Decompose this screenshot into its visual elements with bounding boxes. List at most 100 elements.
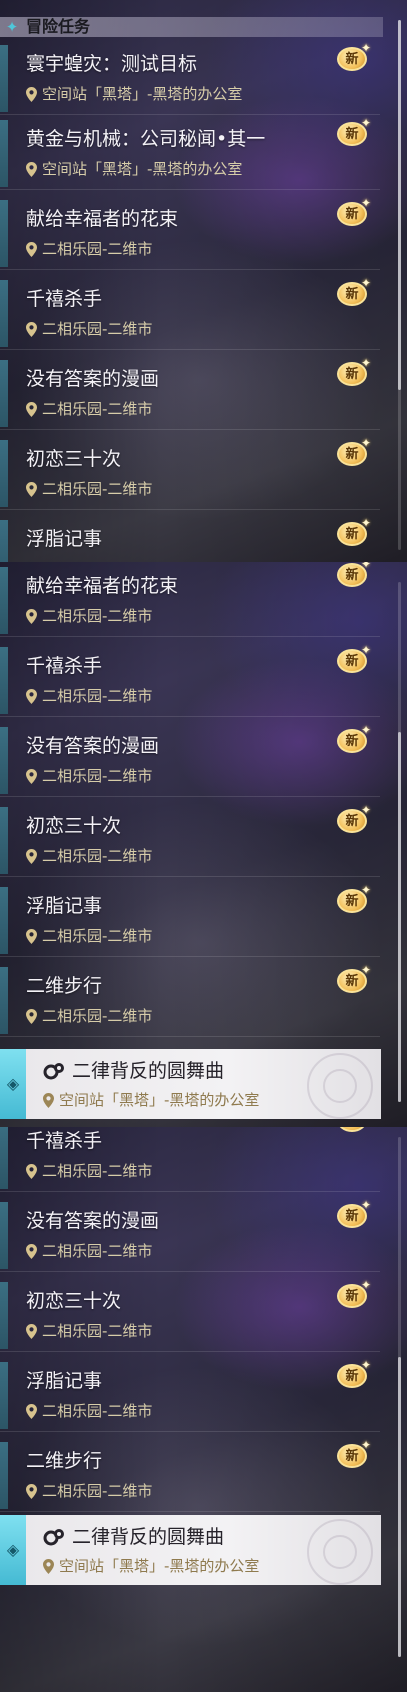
- quest-item[interactable]: 献给幸福者的花束 二相乐园-二维市 新 ✦: [0, 562, 380, 637]
- sparkle-icon: ✦: [360, 643, 371, 657]
- quest-title: 浮脂记事: [26, 1370, 103, 1392]
- new-badge: 新✦: [337, 723, 371, 754]
- quest-title: 初恋三十次: [26, 815, 122, 837]
- quest-title: 没有答案的漫画: [26, 1210, 160, 1232]
- quest-item-bar: [0, 360, 8, 427]
- quest-location: 二相乐园-二维市: [26, 399, 152, 419]
- scrollbar-thumb[interactable]: [398, 732, 401, 1102]
- sparkle-icon: ✦: [360, 562, 371, 571]
- location-pin-icon: [26, 1008, 37, 1024]
- quest-item-bar: [0, 567, 8, 634]
- sparkle-icon: ✦: [360, 1358, 371, 1372]
- sparkle-icon: ✦: [360, 883, 371, 897]
- quest-location: 二相乐园-二维市: [26, 1481, 152, 1501]
- new-badge: 新✦: [337, 643, 371, 674]
- quest-item[interactable]: 浮脂记事 新 ✦: [0, 515, 380, 562]
- sparkle-icon: ✦: [360, 41, 371, 55]
- diamond-icon: ◈: [6, 1074, 20, 1093]
- quest-item[interactable]: 寰宇蝗灾：测试目标 空间站「黑塔」-黑塔的办公室 新 ✦: [0, 40, 380, 115]
- quest-title: 初恋三十次: [26, 1290, 122, 1312]
- location-pin-icon: [26, 608, 37, 624]
- location-pin-icon: [26, 481, 37, 497]
- quest-item[interactable]: 没有答案的漫画 二相乐园-二维市 新 ✦: [0, 722, 380, 797]
- quest-location: 二相乐园-二维市: [26, 926, 152, 946]
- quest-item-bar: [0, 120, 8, 187]
- location-pin-icon: [26, 928, 37, 944]
- quest-item[interactable]: 二维步行 二相乐园-二维市 新 ✦: [0, 1437, 380, 1512]
- quest-title: 献给幸福者的花束: [26, 575, 179, 597]
- scrollbar[interactable]: [398, 1137, 401, 1657]
- section-header: ✦ 冒险任务: [0, 17, 383, 37]
- location-pin-icon: [26, 1403, 37, 1419]
- quest-item[interactable]: 初恋三十次 二相乐园-二维市 新 ✦: [0, 802, 380, 877]
- quest-location: 二相乐园-二维市: [26, 1161, 152, 1181]
- quest-location: 空间站「黑塔」-黑塔的办公室: [26, 159, 242, 179]
- quest-item[interactable]: 千禧杀手 二相乐园-二维市 新✦: [0, 275, 380, 350]
- location-pin-icon: [26, 1483, 37, 1499]
- quest-location: 二相乐园-二维市: [26, 319, 152, 339]
- location-pin-icon: [26, 401, 37, 417]
- quest-item[interactable]: 黄金与机械：公司秘闻•其一 空间站「黑塔」-黑塔的办公室 新 ✦: [0, 115, 380, 190]
- quest-item[interactable]: 没有答案的漫画 二相乐园-二维市 新 ✦: [0, 355, 380, 430]
- quest-list-panel: 献给幸福者的花束 二相乐园-二维市 新 ✦ 千禧杀手 二相乐园-二维市 新 ✦ 没有…: [0, 562, 407, 1127]
- quest-title: 浮脂记事: [26, 895, 103, 917]
- scrollbar-thumb[interactable]: [398, 1357, 401, 1657]
- new-badge: 新✦: [337, 803, 371, 834]
- quest-item-bar: [0, 887, 8, 954]
- sparkle-icon: ✦: [360, 723, 371, 737]
- sparkle-icon: ✦: [360, 803, 371, 817]
- quest-title: 千禧杀手: [26, 655, 103, 677]
- quest-title: 没有答案的漫画: [26, 735, 160, 757]
- quest-item[interactable]: 浮脂记事 二相乐园-二维市 新 ✦: [0, 882, 380, 957]
- quest-item-bar: [0, 647, 8, 714]
- new-badge: 新✦: [337, 276, 371, 307]
- new-badge: 新✦: [337, 1278, 371, 1309]
- location-pin-icon: [26, 161, 37, 177]
- quest-item[interactable]: 初恋三十次 二相乐园-二维市 新 ✦: [0, 435, 380, 510]
- quest-item[interactable]: 千禧杀手 二相乐园-二维市 新✦: [0, 1127, 380, 1192]
- quest-item[interactable]: 浮脂记事 二相乐园-二维市 新 ✦: [0, 1357, 380, 1432]
- emblem-watermark-icon: [307, 1053, 373, 1119]
- quest-location: 二相乐园-二维市: [26, 1006, 152, 1026]
- quest-item[interactable]: 没有答案的漫画 二相乐园-二维市 新 ✦: [0, 1197, 380, 1272]
- location-pin-icon: [26, 321, 37, 337]
- quest-item-bar: [0, 727, 8, 794]
- new-badge: 新✦: [337, 1198, 371, 1229]
- quest-type-icon: [43, 1063, 64, 1080]
- quest-title: 寰宇蝗灾：测试目标: [26, 53, 198, 75]
- location-pin-icon: [43, 1558, 54, 1574]
- quest-item-selected[interactable]: ◈ 二律背反的圆舞曲 空间站「黑塔」-黑塔的办公室: [0, 1515, 381, 1585]
- new-badge: 新✦: [337, 963, 371, 994]
- new-badge: 新✦: [337, 1127, 371, 1133]
- new-badge: 新✦: [337, 562, 371, 588]
- location-pin-icon: [26, 848, 37, 864]
- quest-location: 空间站「黑塔」-黑塔的办公室: [26, 84, 242, 104]
- quest-item-bar: [0, 520, 8, 562]
- location-pin-icon: [26, 768, 37, 784]
- quest-item-bar: [0, 280, 8, 347]
- location-pin-icon: [26, 1163, 37, 1179]
- quest-title: 初恋三十次: [26, 448, 122, 470]
- sparkle-icon: ✦: [360, 356, 371, 370]
- selected-accent: ◈: [0, 1515, 26, 1585]
- quest-location: 二相乐园-二维市: [26, 686, 152, 706]
- scrollbar[interactable]: [398, 20, 401, 550]
- quest-item-selected[interactable]: ◈ 二律背反的圆舞曲 空间站「黑塔」-黑塔的办公室: [0, 1049, 381, 1119]
- selected-accent: ◈: [0, 1049, 26, 1119]
- quest-item-bar: [0, 1442, 8, 1509]
- quest-item-bar: [0, 1282, 8, 1349]
- quest-item[interactable]: 献给幸福者的花束 二相乐园-二维市 新 ✦: [0, 195, 380, 270]
- quest-item[interactable]: 初恋三十次 二相乐园-二维市 新 ✦: [0, 1277, 380, 1352]
- scrollbar[interactable]: [398, 582, 401, 1102]
- quest-title: 二维步行: [26, 1450, 103, 1472]
- quest-item[interactable]: 千禧杀手 二相乐园-二维市 新✦: [0, 642, 380, 717]
- new-badge: 新✦: [337, 516, 371, 547]
- quest-item[interactable]: 二维步行 二相乐园-二维市 新 ✦: [0, 962, 380, 1037]
- sparkle-icon: ✦: [360, 116, 371, 130]
- quest-item-bar: [0, 1202, 8, 1269]
- location-pin-icon: [26, 1323, 37, 1339]
- sparkle-icon: ✦: [360, 436, 371, 450]
- location-pin-icon: [43, 1092, 54, 1108]
- new-badge: 新✦: [337, 116, 371, 147]
- scrollbar-thumb[interactable]: [398, 20, 401, 390]
